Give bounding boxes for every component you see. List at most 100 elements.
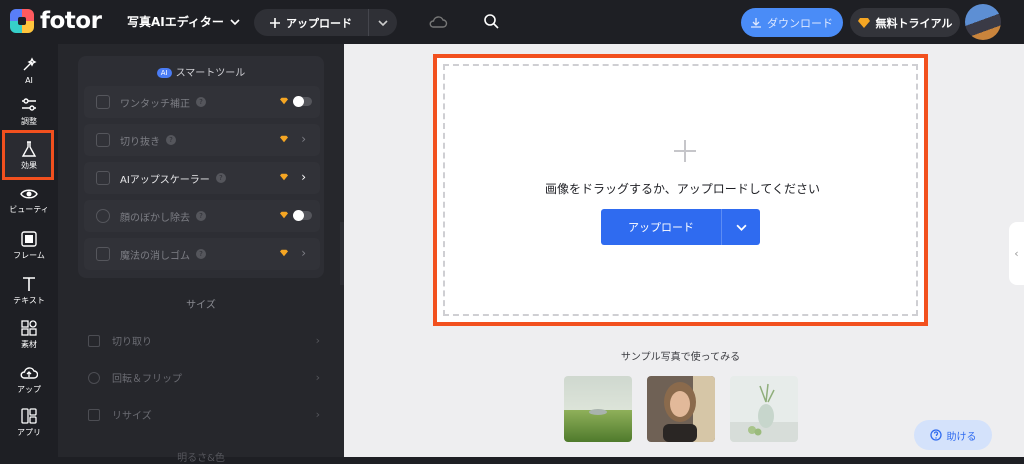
header-upload-button[interactable]: アップロード — [254, 9, 369, 36]
resize-icon — [88, 408, 100, 421]
size-item-rotate-flip[interactable]: 回転＆フリップ › — [88, 370, 320, 385]
top-bar: fotor 写真AIエディター アップロード ダウンロード 無料トライアル — [0, 0, 1024, 44]
smart-tools-title: AI スマートツール — [78, 64, 324, 79]
rail-item-label: アプリ — [17, 428, 41, 437]
chevron-right-icon: › — [315, 334, 320, 347]
help-icon[interactable]: ? — [196, 249, 206, 259]
size-item-crop[interactable]: 切り取り › — [88, 333, 320, 348]
rail-item-apps[interactable]: アプリ — [0, 407, 58, 438]
shapes-icon — [21, 320, 37, 336]
tool-label: 切り抜き — [120, 136, 160, 148]
chevron-right-icon: › — [315, 408, 320, 421]
right-panel-handle[interactable]: ‹ — [1009, 222, 1024, 285]
chevron-right-icon: › — [301, 246, 306, 260]
fotor-logo-icon — [10, 9, 34, 33]
tool-label: ワンタッチ補正 — [120, 98, 190, 110]
sample-photos-title: サンプル写真で使ってみる — [620, 352, 741, 363]
rail-item-effects[interactable]: 効果 — [0, 140, 58, 171]
crop-icon — [88, 334, 100, 347]
rail-item-label: アップ — [17, 385, 41, 394]
rail-item-label: 効果 — [21, 161, 37, 170]
download-label: ダウンロード — [767, 16, 833, 30]
tool-cutout[interactable]: 切り抜き ? › — [84, 124, 320, 156]
help-icon[interactable]: ? — [196, 97, 206, 107]
rail-item-elements[interactable]: 素材 — [0, 319, 58, 350]
premium-diamond-icon — [280, 135, 288, 143]
text-icon — [23, 277, 35, 291]
sample-photo-landscape[interactable] — [564, 376, 632, 442]
sliders-icon — [22, 98, 36, 111]
tool-magic-eraser[interactable]: 魔法の消しゴム ? › — [84, 238, 320, 270]
cloud-upload-icon — [20, 367, 38, 379]
trial-label: 無料トライアル — [875, 16, 953, 30]
adjust-panel: AI スマートツール ワンタッチ補正 ? 切り抜き ? › AIアップスケーラー … — [58, 44, 344, 464]
size-item-label: リサイズ — [112, 411, 152, 422]
smart-tools-label: スマートツール — [175, 68, 246, 79]
user-avatar[interactable] — [965, 4, 1001, 40]
brand-name: fotor — [40, 8, 102, 34]
size-item-resize[interactable]: リサイズ › — [88, 407, 320, 422]
canvas-upload-group: アップロード — [601, 209, 760, 245]
ai-badge: AI — [156, 68, 172, 78]
download-button[interactable]: ダウンロード — [741, 8, 843, 37]
size-item-label: 回転＆フリップ — [112, 374, 182, 385]
flask-icon — [21, 141, 37, 157]
rail-item-text[interactable]: テキスト — [0, 275, 58, 306]
help-icon[interactable]: ? — [196, 211, 206, 221]
upload-dropzone[interactable]: 画像をドラッグするか、アップロードしてください アップロード — [433, 54, 928, 326]
tool-ai-upscaler[interactable]: AIアップスケーラー ? › — [84, 162, 320, 194]
premium-diamond-icon — [280, 173, 288, 181]
cloud-icon[interactable] — [428, 14, 448, 30]
tool-one-touch-enhance[interactable]: ワンタッチ補正 ? — [84, 86, 320, 118]
header-upload-group: アップロード — [254, 9, 397, 36]
tool-label: 魔法の消しゴム — [120, 250, 190, 262]
sample-photo-still-life[interactable] — [730, 376, 798, 442]
rail-item-label: 調整 — [21, 117, 37, 126]
face-icon — [96, 209, 110, 223]
help-button[interactable]: 助ける — [914, 420, 992, 450]
left-rail: AI 調整 効果 ビューティ フレーム テキスト 素材 アップ アプリ — [0, 44, 58, 457]
rail-item-frame[interactable]: フレーム — [0, 230, 58, 261]
dropzone-dashed-border: 画像をドラッグするか、アップロードしてください アップロード — [443, 64, 918, 316]
size-section-title: サイズ — [186, 300, 216, 311]
chevron-down-icon — [378, 19, 388, 26]
editor-label: 写真AIエディター — [127, 15, 224, 29]
still-life-thumbnail — [730, 376, 798, 442]
chevron-left-icon: ‹ — [1014, 247, 1019, 260]
free-trial-button[interactable]: 無料トライアル — [850, 8, 960, 37]
chevron-right-icon: › — [301, 170, 306, 184]
face-unblur-toggle[interactable] — [293, 210, 312, 221]
help-icon — [929, 429, 942, 441]
apps-icon — [21, 408, 37, 424]
canvas-upload-button[interactable]: アップロード — [601, 209, 722, 245]
size-item-label: 切り取り — [112, 337, 152, 348]
rail-item-ai[interactable]: AI — [0, 56, 58, 85]
search-icon[interactable] — [483, 13, 499, 29]
plus-icon — [674, 140, 696, 162]
rail-item-adjust[interactable]: 調整 — [0, 96, 58, 127]
help-label: 助ける — [946, 431, 977, 443]
dropzone-instruction: 画像をドラッグするか、アップロードしてください — [544, 182, 821, 196]
header-upload-dropdown[interactable] — [369, 18, 397, 28]
fotor-logo[interactable]: fotor — [10, 8, 102, 34]
premium-diamond-icon — [280, 249, 288, 257]
help-icon[interactable]: ? — [166, 135, 176, 145]
tool-face-unblur[interactable]: 顔のぼかし除去 ? — [84, 200, 320, 232]
plus-icon — [270, 17, 280, 28]
editor-selector[interactable]: 写真AIエディター — [127, 13, 240, 30]
sample-photo-portrait[interactable] — [647, 376, 715, 442]
rail-item-beauty[interactable]: ビューティ — [0, 184, 58, 215]
magic-wand-icon — [23, 57, 37, 71]
chevron-right-icon: › — [301, 132, 306, 146]
one-touch-toggle[interactable] — [293, 96, 312, 107]
rotate-icon — [88, 371, 100, 384]
help-icon[interactable]: ? — [215, 173, 226, 183]
rail-item-upload[interactable]: アップ — [0, 364, 58, 395]
premium-diamond-icon — [280, 211, 288, 219]
tool-label: AIアップスケーラー — [120, 174, 210, 186]
header-upload-label: アップロード — [286, 16, 352, 30]
canvas-upload-dropdown[interactable] — [722, 209, 760, 245]
rail-item-label: AI — [25, 76, 33, 85]
upscale-icon — [96, 171, 110, 185]
enhance-icon — [96, 95, 110, 109]
